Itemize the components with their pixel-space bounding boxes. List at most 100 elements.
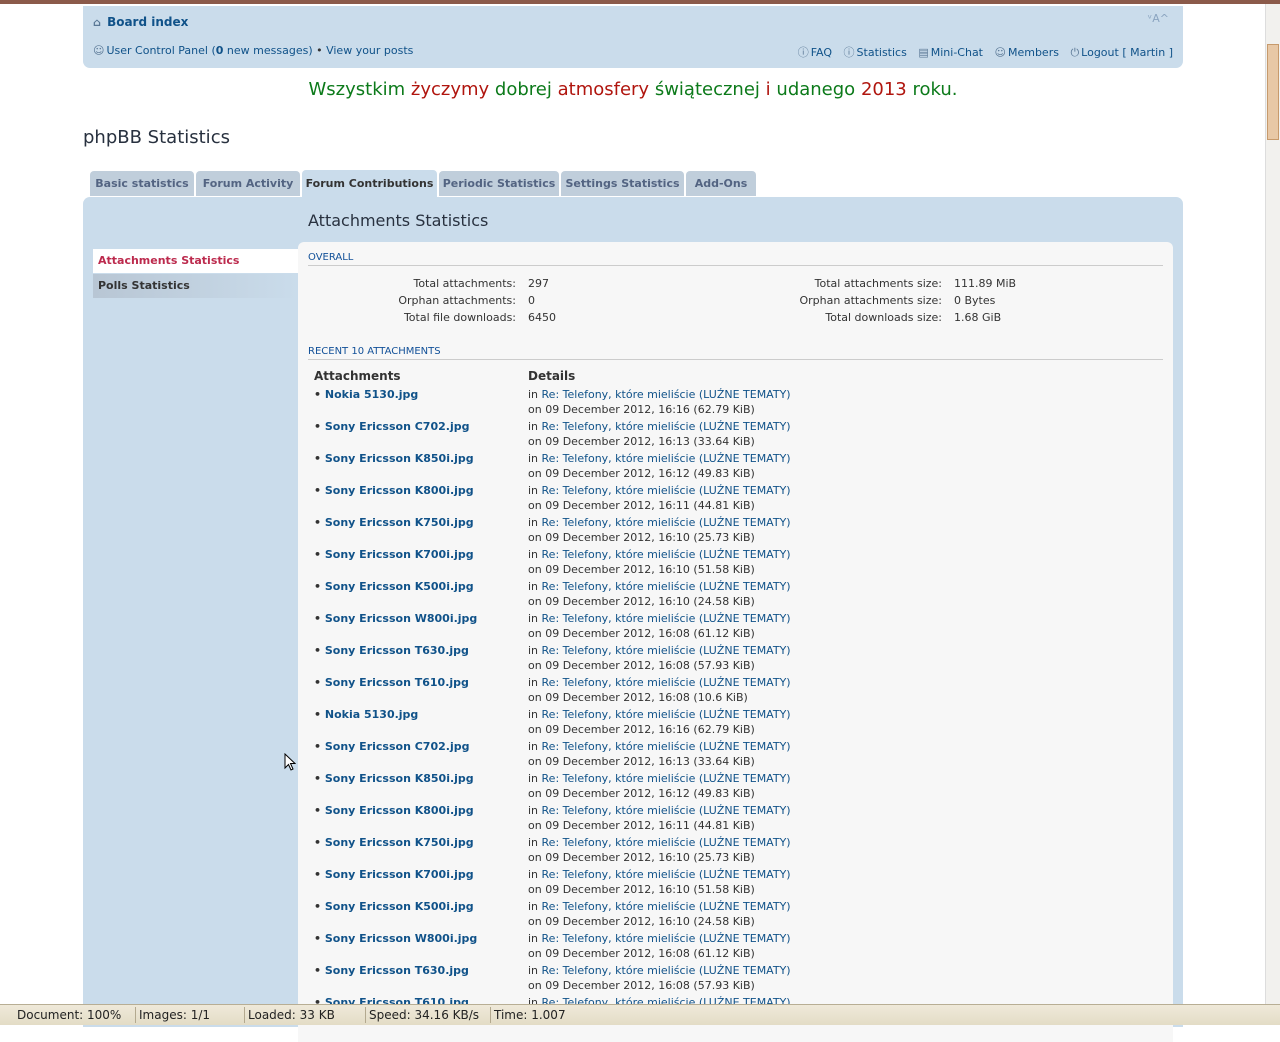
topic-link[interactable]: Re: Telefony, które mieliście <box>542 484 696 497</box>
stat-value: 6450 <box>528 311 556 324</box>
in-prefix: in <box>528 900 542 913</box>
topic-link[interactable]: Re: Telefony, które mieliście <box>542 708 696 721</box>
attachment-link[interactable]: Sony Ericsson C702.jpg <box>325 420 470 433</box>
attachment-topic-line: in Re: Telefony, które mieliście (LUŹNE … <box>528 772 791 785</box>
in-prefix: in <box>528 388 542 401</box>
topic-link[interactable]: Re: Telefony, które mieliście <box>542 452 696 465</box>
ucp-prefix: User Control Panel ( <box>106 44 216 57</box>
bullet: • <box>314 516 325 529</box>
scrollbar-thumb[interactable] <box>1267 44 1279 140</box>
forum-link[interactable]: (LUŹNE TEMATY) <box>699 388 791 401</box>
forum-link[interactable]: (LUŹNE TEMATY) <box>699 708 791 721</box>
in-prefix: in <box>528 484 542 497</box>
bullet: • <box>314 804 325 817</box>
attachment-link[interactable]: Sony Ericsson W800i.jpg <box>325 612 477 625</box>
forum-link[interactable]: (LUŹNE TEMATY) <box>699 644 791 657</box>
attachment-link[interactable]: Nokia 5130.jpg <box>325 708 418 721</box>
topic-link[interactable]: Re: Telefony, które mieliście <box>542 644 696 657</box>
attachment-link[interactable]: Sony Ericsson K850i.jpg <box>325 772 474 785</box>
topic-link[interactable]: Re: Telefony, które mieliście <box>542 932 696 945</box>
forum-link[interactable]: (LUŹNE TEMATY) <box>699 484 791 497</box>
topic-link[interactable]: Re: Telefony, które mieliście <box>542 516 696 529</box>
forum-link[interactable]: (LUŹNE TEMATY) <box>699 868 791 881</box>
sidebar-item-attachments-statistics[interactable]: Attachments Statistics <box>93 249 298 273</box>
logout-link[interactable]: Logout [ Martin ] <box>1081 46 1173 59</box>
sidebar-item-polls-statistics[interactable]: Polls Statistics <box>93 274 298 298</box>
navbar: ⌂ Board index ᵛA^ ☺ User Control Panel (0… <box>83 6 1183 68</box>
home-icon: ⌂ <box>93 16 101 29</box>
attachment-link[interactable]: Sony Ericsson T630.jpg <box>325 644 469 657</box>
table-row: • Sony Ericsson K800i.jpg in Re: Telefony… <box>298 803 1173 835</box>
members-link[interactable]: Members <box>1008 46 1059 59</box>
forum-link[interactable]: (LUŹNE TEMATY) <box>699 932 791 945</box>
forum-link[interactable]: (LUŹNE TEMATY) <box>699 452 791 465</box>
forum-link[interactable]: (LUŹNE TEMATY) <box>699 676 791 689</box>
attachment-link[interactable]: Sony Ericsson K750i.jpg <box>325 516 474 529</box>
attachment-link[interactable]: Sony Ericsson W800i.jpg <box>325 932 477 945</box>
topic-link[interactable]: Re: Telefony, które mieliście <box>542 580 696 593</box>
topic-link[interactable]: Re: Telefony, które mieliście <box>542 388 696 401</box>
attachment-link[interactable]: Sony Ericsson T610.jpg <box>325 676 469 689</box>
faq-link[interactable]: FAQ <box>811 46 832 59</box>
content-title: Attachments Statistics <box>308 211 489 230</box>
topic-link[interactable]: Re: Telefony, które mieliście <box>542 868 696 881</box>
attachment-link[interactable]: Sony Ericsson C702.jpg <box>325 740 470 753</box>
topic-link[interactable]: Re: Telefony, które mieliście <box>542 964 696 977</box>
topic-link[interactable]: Re: Telefony, które mieliście <box>542 676 696 689</box>
bullet: • <box>314 964 325 977</box>
forum-link[interactable]: (LUŹNE TEMATY) <box>699 548 791 561</box>
attachment-link[interactable]: Sony Ericsson K850i.jpg <box>325 452 474 465</box>
attachment-link[interactable]: Sony Ericsson T630.jpg <box>325 964 469 977</box>
topic-link[interactable]: Re: Telefony, które mieliście <box>542 836 696 849</box>
bullet: • <box>314 932 325 945</box>
tab-forum-contributions[interactable]: Forum Contributions <box>302 170 437 197</box>
topic-link[interactable]: Re: Telefony, które mieliście <box>542 612 696 625</box>
attachment-link[interactable]: Sony Ericsson K700i.jpg <box>325 868 474 881</box>
in-prefix: in <box>528 548 542 561</box>
attachment-link[interactable]: Sony Ericsson K700i.jpg <box>325 548 474 561</box>
topic-link[interactable]: Re: Telefony, które mieliście <box>542 740 696 753</box>
forum-link[interactable]: (LUŹNE TEMATY) <box>699 420 791 433</box>
in-prefix: in <box>528 772 542 785</box>
forum-link[interactable]: (LUŹNE TEMATY) <box>699 516 791 529</box>
attachment-link[interactable]: Sony Ericsson K800i.jpg <box>325 804 474 817</box>
attachment-link[interactable]: Sony Ericsson K800i.jpg <box>325 484 474 497</box>
tab-add-ons[interactable]: Add-Ons <box>686 171 756 196</box>
attachment-link[interactable]: Sony Ericsson K500i.jpg <box>325 580 474 593</box>
ucp-link[interactable]: User Control Panel (0 new messages) <box>106 44 312 57</box>
attachment-date: on 09 December 2012, 16:10 (24.58 KiB) <box>528 595 755 608</box>
attachment-topic-line: in Re: Telefony, które mieliście (LUŹNE … <box>528 452 791 465</box>
tab-settings-statistics[interactable]: Settings Statistics <box>561 171 684 196</box>
topic-link[interactable]: Re: Telefony, które mieliście <box>542 804 696 817</box>
forum-link[interactable]: (LUŹNE TEMATY) <box>699 612 791 625</box>
view-posts-link[interactable]: View your posts <box>326 44 413 57</box>
forum-link[interactable]: (LUŹNE TEMATY) <box>699 836 791 849</box>
topic-link[interactable]: Re: Telefony, które mieliście <box>542 900 696 913</box>
attachment-link[interactable]: Sony Ericsson K750i.jpg <box>325 836 474 849</box>
attachment-link[interactable]: Sony Ericsson K500i.jpg <box>325 900 474 913</box>
font-size-control[interactable]: ᵛA^ <box>1148 12 1169 25</box>
statistics-link[interactable]: Statistics <box>857 46 907 59</box>
board-index-link[interactable]: Board index <box>107 15 188 29</box>
forum-link[interactable]: (LUŹNE TEMATY) <box>699 964 791 977</box>
attachment-name-cell: • Sony Ericsson K700i.jpg <box>314 548 474 561</box>
attachment-date: on 09 December 2012, 16:10 (24.58 KiB) <box>528 915 755 928</box>
forum-link[interactable]: (LUŹNE TEMATY) <box>699 772 791 785</box>
tab-basic-statistics[interactable]: Basic statistics <box>90 171 194 196</box>
forum-link[interactable]: (LUŹNE TEMATY) <box>699 580 791 593</box>
attachment-link[interactable]: Nokia 5130.jpg <box>325 388 418 401</box>
attachment-topic-line: in Re: Telefony, które mieliście (LUŹNE … <box>528 804 791 817</box>
members-icon: ☺ <box>994 46 1006 59</box>
mini-chat-link[interactable]: Mini-Chat <box>931 46 983 59</box>
topic-link[interactable]: Re: Telefony, które mieliście <box>542 772 696 785</box>
topic-link[interactable]: Re: Telefony, które mieliście <box>542 420 696 433</box>
forum-link[interactable]: (LUŹNE TEMATY) <box>699 804 791 817</box>
tab-periodic-statistics[interactable]: Periodic Statistics <box>439 171 559 196</box>
tab-forum-activity[interactable]: Forum Activity <box>196 171 300 196</box>
announce-word: Wszystkim <box>308 79 406 100</box>
topic-link[interactable]: Re: Telefony, które mieliście <box>542 548 696 561</box>
bullet: • <box>314 868 325 881</box>
page-scrollbar[interactable] <box>1265 4 1280 1004</box>
forum-link[interactable]: (LUŹNE TEMATY) <box>699 740 791 753</box>
forum-link[interactable]: (LUŹNE TEMATY) <box>699 900 791 913</box>
